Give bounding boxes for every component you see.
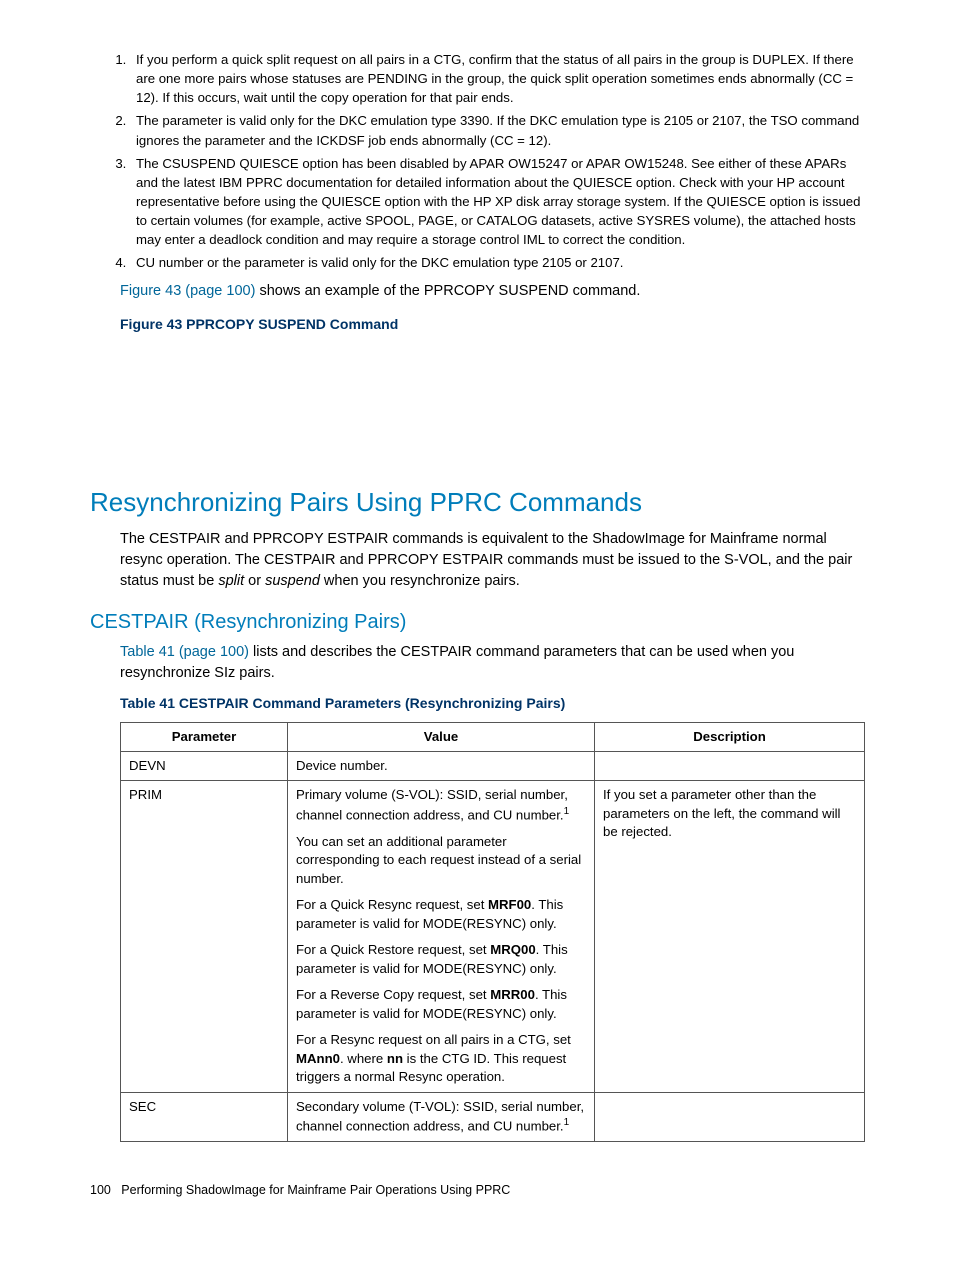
cell-param: DEVN [121, 751, 288, 780]
table-title: Table 41 CESTPAIR Command Parameters (Re… [120, 694, 864, 714]
figure-link[interactable]: Figure 43 (page 100) [120, 283, 255, 299]
table-header-row: Parameter Value Description [121, 722, 865, 751]
cell-desc [595, 1092, 865, 1141]
section-heading: Resynchronizing Pairs Using PPRC Command… [90, 484, 864, 520]
col-parameter: Parameter [121, 722, 288, 751]
page-footer: 100 Performing ShadowImage for Mainframe… [90, 1182, 864, 1200]
figure-reference-line: Figure 43 (page 100) shows an example of… [120, 281, 864, 301]
table-row: DEVN Device number. [121, 751, 865, 780]
table-link[interactable]: Table 41 (page 100) [120, 644, 249, 660]
col-value: Value [288, 722, 595, 751]
footnote-1: If you perform a quick split request on … [130, 50, 864, 107]
figure-title: Figure 43 PPRCOPY SUSPEND Command [120, 315, 864, 335]
footnote-3: The CSUSPEND QUIESCE option has been dis… [130, 154, 864, 250]
footnote-4: CU number or the parameter is valid only… [130, 253, 864, 272]
footnote-2: The parameter is valid only for the DKC … [130, 111, 864, 149]
page-number: 100 [90, 1183, 111, 1197]
footnote-list: If you perform a quick split request on … [90, 50, 864, 273]
figure-ref-text: shows an example of the PPRCOPY SUSPEND … [255, 283, 640, 299]
cell-value: Primary volume (S-VOL): SSID, serial num… [288, 781, 595, 1092]
cell-desc [595, 751, 865, 780]
parameters-table: Parameter Value Description DEVN Device … [120, 722, 865, 1143]
subsection-paragraph: Table 41 (page 100) lists and describes … [120, 642, 864, 684]
col-description: Description [595, 722, 865, 751]
cell-desc: If you set a parameter other than the pa… [595, 781, 865, 1092]
cell-param: SEC [121, 1092, 288, 1141]
cell-value: Device number. [288, 751, 595, 780]
footer-title: Performing ShadowImage for Mainframe Pai… [121, 1183, 510, 1197]
section-paragraph: The CESTPAIR and PPRCOPY ESTPAIR command… [120, 529, 864, 592]
cell-param: PRIM [121, 781, 288, 1092]
cell-value: Secondary volume (T-VOL): SSID, serial n… [288, 1092, 595, 1141]
subsection-heading: CESTPAIR (Resynchronizing Pairs) [90, 608, 864, 636]
table-row: PRIM Primary volume (S-VOL): SSID, seria… [121, 781, 865, 1092]
table-row: SEC Secondary volume (T-VOL): SSID, seri… [121, 1092, 865, 1141]
